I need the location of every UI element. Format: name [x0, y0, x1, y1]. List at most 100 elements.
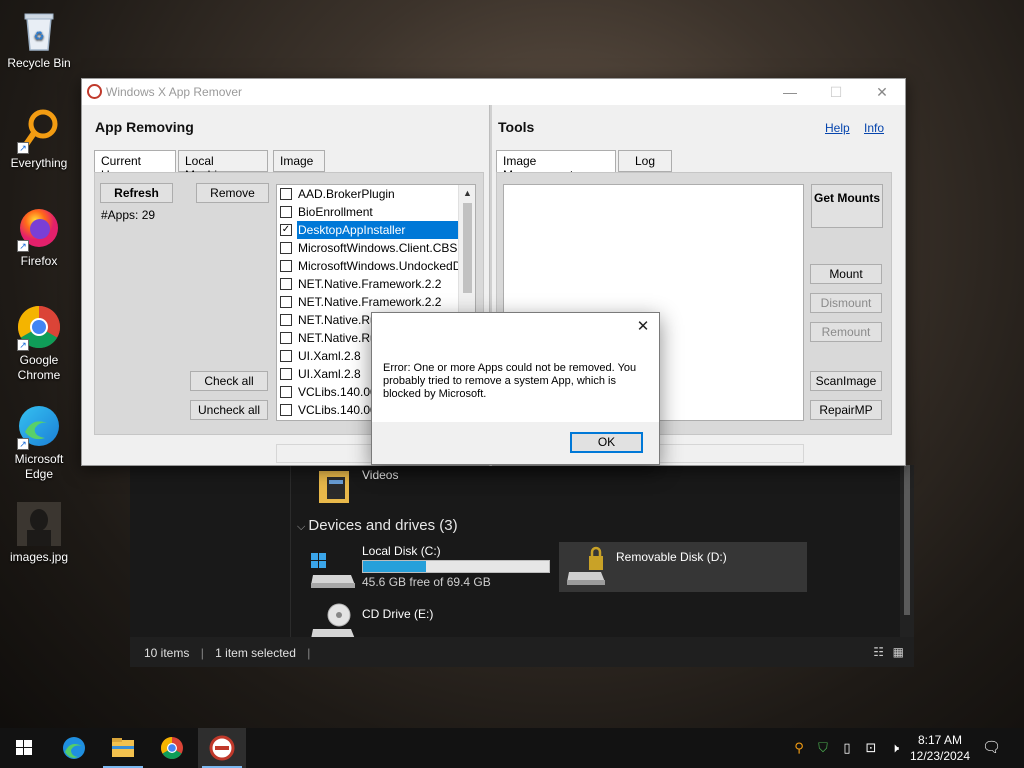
volume-muted-icon[interactable]: 🕨: [886, 739, 904, 757]
app-list-item[interactable]: NET.Native.Framework.2.2: [277, 275, 459, 293]
app-list-item[interactable]: MicrosoftWindows.Client.CBS: [277, 239, 459, 257]
app-list-item[interactable]: AAD.BrokerPlugin: [277, 185, 459, 203]
check-all-button[interactable]: Check all: [190, 371, 268, 391]
get-mounts-button[interactable]: Get Mounts: [811, 184, 883, 228]
tiles-view-icon[interactable]: ▦: [893, 645, 904, 659]
drive-d-tile[interactable]: Removable Disk (D:): [559, 542, 807, 592]
checkbox[interactable]: [280, 386, 292, 398]
checkbox[interactable]: [280, 314, 292, 326]
dialog-close-button[interactable]: ✕: [633, 317, 653, 337]
ok-button[interactable]: OK: [570, 432, 643, 453]
desktop-icon-label: Google Chrome: [17, 353, 61, 382]
scroll-up-arrow-icon[interactable]: ▲: [459, 185, 475, 202]
tab-log[interactable]: Log: [618, 150, 672, 172]
checkbox[interactable]: [280, 368, 292, 380]
devices-and-drives-heading[interactable]: ⌵ Devices and drives (3): [297, 517, 458, 534]
clock-date: 12/23/2024: [909, 749, 971, 763]
window-title-bar[interactable]: Windows X App Remover — ☐ ✕: [82, 79, 905, 105]
apps-count-label: #Apps: 29: [101, 208, 156, 222]
scroll-thumb[interactable]: [904, 465, 910, 615]
taskbar-chrome[interactable]: [148, 728, 196, 768]
app-list-item[interactable]: BioEnrollment: [277, 203, 459, 221]
explorer-content-pane[interactable]: Videos ⌵ Devices and drives (3) Local Di…: [290, 465, 900, 642]
remove-button[interactable]: Remove: [196, 183, 269, 203]
usb-device-icon[interactable]: ▯: [838, 739, 856, 757]
checkbox[interactable]: [280, 350, 292, 362]
desktop-icon-images-jpg[interactable]: images.jpg: [4, 500, 74, 564]
security-shield-icon[interactable]: ⛉: [814, 739, 832, 757]
app-list-item[interactable]: MicrosoftWindows.UndockedDevKit: [277, 257, 459, 275]
network-icon[interactable]: ⊡: [862, 739, 880, 757]
clock-time: 8:17 AM: [917, 733, 963, 747]
checkbox[interactable]: [280, 260, 292, 272]
checkbox[interactable]: [280, 188, 292, 200]
desktop-icon-recycle-bin[interactable]: ♻ Recycle Bin: [4, 6, 74, 70]
error-message: Error: One or more Apps could not be rem…: [383, 362, 637, 400]
app-name: NET.Native.Framework.2.2: [298, 295, 442, 309]
edge-icon: [63, 737, 85, 759]
tools-heading: Tools: [498, 119, 535, 135]
minimize-button[interactable]: —: [767, 79, 813, 105]
scroll-thumb[interactable]: [463, 203, 472, 293]
tab-local-machine[interactable]: Local Machine: [178, 150, 268, 182]
tab-image[interactable]: Image: [273, 150, 325, 172]
svg-text:♻: ♻: [34, 29, 45, 43]
taskbar-app-remover[interactable]: [198, 728, 246, 768]
taskbar-edge[interactable]: [50, 728, 98, 768]
chrome-icon: [161, 737, 183, 759]
info-link[interactable]: Info: [864, 121, 884, 135]
help-link[interactable]: Help: [825, 121, 850, 135]
desktop-icon-label: Microsoft Edge: [14, 452, 64, 481]
tab-image-management[interactable]: Image Management: [496, 150, 616, 182]
checkbox[interactable]: [280, 404, 292, 416]
folder-videos-label[interactable]: Videos: [362, 468, 398, 482]
refresh-button[interactable]: Refresh: [100, 183, 173, 203]
desktop-icon-label: Firefox: [20, 254, 58, 268]
desktop-icon-edge[interactable]: ↗ Microsoft Edge: [4, 402, 74, 482]
notifications-icon[interactable]: 🗨: [982, 739, 1001, 757]
checkbox[interactable]: [280, 296, 292, 308]
taskbar-file-explorer[interactable]: [99, 728, 147, 768]
app-name: AAD.BrokerPlugin: [298, 187, 395, 201]
explorer-vertical-scrollbar[interactable]: [900, 465, 914, 637]
status-selected-count: 1 item selected: [215, 646, 296, 660]
error-dialog[interactable]: ✕ Error: One or more Apps could not be r…: [371, 312, 660, 465]
app-list-item[interactable]: ✓ DesktopAppInstaller: [277, 221, 459, 239]
dismount-button[interactable]: Dismount: [810, 293, 882, 313]
tab-current-user[interactable]: Current User: [94, 150, 176, 182]
taskbar-clock[interactable]: 8:17 AM 12/23/2024: [905, 732, 975, 764]
app-logo-icon: [87, 84, 102, 99]
tools-tabs: Image Management Log: [496, 150, 696, 182]
maximize-button[interactable]: ☐: [813, 79, 859, 105]
file-explorer-window[interactable]: Videos ⌵ Devices and drives (3) Local Di…: [130, 465, 914, 667]
checkbox-checked[interactable]: ✓: [280, 224, 292, 236]
shortcut-arrow-icon: ↗: [17, 438, 29, 450]
start-button[interactable]: [0, 728, 48, 768]
app-removing-tabs: Current User Local Machine Image: [94, 150, 334, 182]
uncheck-all-button[interactable]: Uncheck all: [190, 400, 268, 420]
explorer-nav-pane[interactable]: [130, 465, 290, 637]
close-button[interactable]: ✕: [859, 79, 905, 105]
mount-button[interactable]: Mount: [810, 264, 882, 284]
taskbar: ⚲ ⛉ ▯ ⊡ 🕨 8:17 AM 12/23/2024 🗨: [0, 728, 1024, 768]
drive-e-name[interactable]: CD Drive (E:): [362, 607, 433, 621]
checkbox[interactable]: [280, 242, 292, 254]
drive-c-name[interactable]: Local Disk (C:): [362, 544, 441, 558]
desktop-icon-firefox[interactable]: ↗ Firefox: [4, 204, 74, 268]
checkbox[interactable]: [280, 278, 292, 290]
app-list-item[interactable]: NET.Native.Framework.2.2: [277, 293, 459, 311]
checkbox[interactable]: [280, 332, 292, 344]
app-name: MicrosoftWindows.Client.CBS: [298, 241, 458, 255]
checkbox[interactable]: [280, 206, 292, 218]
details-view-icon[interactable]: ☷: [873, 645, 884, 659]
scan-image-button[interactable]: ScanImage: [810, 371, 882, 391]
edge-icon: ↗: [15, 402, 63, 450]
everything-tray-icon[interactable]: ⚲: [790, 739, 808, 757]
desktop-icon-chrome[interactable]: ↗ Google Chrome: [4, 303, 74, 383]
repair-mp-button[interactable]: RepairMP: [810, 400, 882, 420]
remount-button[interactable]: Remount: [810, 322, 882, 342]
app-name: MicrosoftWindows.UndockedDevKit: [298, 259, 459, 273]
image-file-icon: [15, 500, 63, 548]
desktop-icon-everything[interactable]: ↗ Everything: [4, 106, 74, 170]
local-disk-drive-icon: [311, 553, 355, 589]
